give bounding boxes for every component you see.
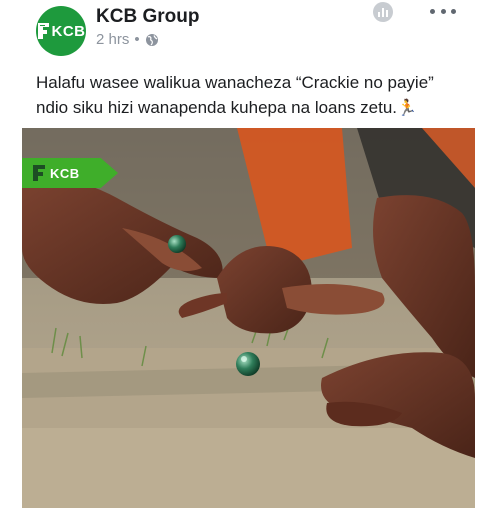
page-avatar[interactable]: KCB: [36, 6, 86, 56]
insights-icon[interactable]: [373, 2, 393, 22]
kcb-logo-mark-icon: [33, 165, 45, 181]
post-text: Halafu wasee walikua wanacheza “Crackie …: [36, 70, 476, 121]
meta-separator: •: [134, 31, 140, 48]
kcb-logo: KCB: [37, 21, 86, 41]
kcb-logo-mark-icon: [37, 23, 49, 39]
avatar-logo-text: KCB: [51, 22, 86, 40]
post-photo[interactable]: KCB: [22, 128, 475, 508]
more-options-icon[interactable]: [430, 4, 456, 18]
post-text-line-1: Halafu wasee walikua wanacheza “Crackie …: [36, 73, 434, 92]
post-header: KCB KCB Group 2 hrs •: [0, 0, 501, 62]
post-timestamp[interactable]: 2 hrs: [96, 31, 129, 48]
post-text-line-2: ndio siku hizi wanapenda kuhepa na loans…: [36, 98, 398, 117]
kcb-photo-tag-text: KCB: [50, 165, 80, 181]
globe-icon[interactable]: [145, 33, 159, 47]
kcb-photo-tag: KCB: [22, 158, 118, 188]
runner-emoji: 🏃: [397, 100, 417, 117]
post-meta: 2 hrs •: [96, 31, 159, 48]
page-name-link[interactable]: KCB Group: [96, 6, 199, 28]
